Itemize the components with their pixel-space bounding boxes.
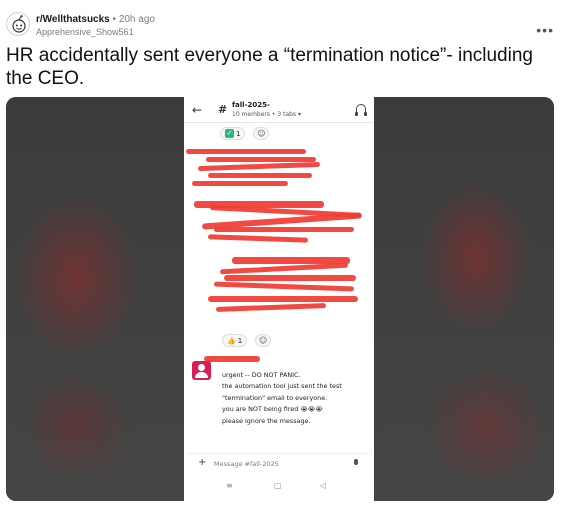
thumbs-up-emoji-icon: 👍 — [227, 336, 236, 345]
redaction-mark — [197, 161, 321, 172]
snoo-icon — [12, 15, 26, 33]
redaction-mark — [224, 275, 356, 281]
subreddit-link[interactable]: r/Wellthatsucks — [36, 14, 110, 25]
message-line: the automation tool just sent the test — [222, 382, 342, 391]
reaction-row-bottom: 👍 1 ☺ — [222, 334, 272, 348]
message-line: urgent -- DO NOT PANIC. — [222, 371, 301, 379]
channel-meta: 10 members • 3 tabs ▾ — [232, 111, 301, 118]
redaction-mark — [208, 173, 312, 178]
add-reaction-icon: ☺ — [253, 127, 270, 140]
microphone-icon — [354, 459, 358, 465]
channel-header: ← # fall-2025- 10 members • 3 tabs ▾ — [184, 97, 374, 123]
post-age: 20h ago — [118, 14, 155, 25]
redaction-mark — [213, 281, 355, 292]
android-nav-bar: ≡ ▢ ◁ — [184, 479, 374, 493]
menu-icon: ≡ — [226, 481, 233, 490]
redaction-mark — [204, 356, 260, 362]
back-arrow-icon: ← — [192, 103, 203, 117]
message-line: "termination" email to everyone. — [222, 393, 328, 402]
redaction-mark — [208, 296, 358, 302]
more-options-icon[interactable]: ••• — [536, 22, 554, 38]
message-line: you are NOT being fired 😭😭😭 — [222, 405, 323, 414]
message-composer: + — [188, 453, 370, 471]
check-emoji-icon: ✓ — [225, 129, 234, 138]
add-reaction-icon: ☺ — [255, 334, 272, 347]
redaction-mark — [219, 262, 349, 275]
channel-name: fall-2025- — [232, 101, 270, 109]
redaction-mark — [192, 181, 288, 186]
back-icon: ◁ — [320, 481, 327, 490]
redaction-mark — [207, 234, 309, 243]
message-input — [214, 458, 344, 469]
headphones-icon — [355, 104, 367, 116]
reaction-row-top: ✓ 1 ☺ — [220, 127, 270, 141]
redaction-mark — [206, 157, 316, 162]
reaction-count: 1 — [237, 336, 243, 345]
user-avatar-icon — [192, 361, 211, 380]
plus-icon: + — [198, 457, 207, 468]
author-link[interactable]: Apprehensive_Show561 — [36, 27, 134, 37]
meta-separator: • — [112, 14, 117, 25]
reaction-count: 1 — [236, 129, 241, 138]
post-meta: r/Wellthatsucks • 20h ago — [36, 14, 155, 25]
message-line: please ignore the message. — [222, 416, 311, 425]
subreddit-avatar[interactable] — [6, 12, 30, 36]
redaction-mark — [186, 149, 306, 154]
home-icon: ▢ — [274, 481, 282, 490]
reaction-check: ✓ 1 — [220, 127, 246, 140]
message-body: urgent -- DO NOT PANIC. the automation t… — [222, 370, 370, 427]
post-media[interactable]: ← # fall-2025- 10 members • 3 tabs ▾ ✓ 1… — [6, 97, 554, 501]
redaction-mark — [215, 303, 327, 312]
reaction-thumbs-up: 👍 1 — [222, 334, 248, 347]
post-title[interactable]: HR accidentally sent everyone a “termina… — [6, 44, 546, 90]
redaction-mark — [214, 227, 354, 232]
channel-hash-icon: # — [218, 103, 228, 116]
slack-screenshot: ← # fall-2025- 10 members • 3 tabs ▾ ✓ 1… — [184, 97, 374, 501]
post-header: r/Wellthatsucks • 20h ago Apprehensive_S… — [6, 10, 558, 40]
